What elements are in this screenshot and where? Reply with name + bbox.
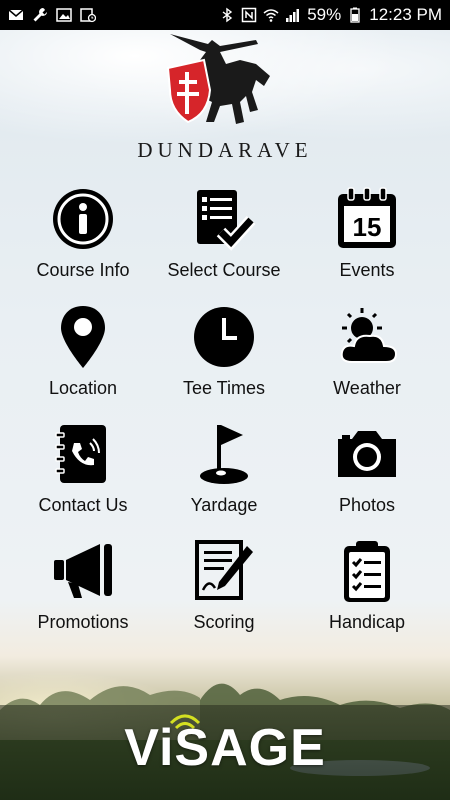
- menu-handicap[interactable]: Handicap: [292, 532, 442, 642]
- battery-percent: 59%: [307, 5, 342, 24]
- camera-icon: [334, 421, 400, 487]
- menu-label: Tee Times: [182, 378, 266, 398]
- menu-label: Handicap: [328, 612, 406, 632]
- menu-select-course[interactable]: Select Course: [149, 180, 299, 290]
- location-pin-icon: [50, 304, 116, 370]
- menu-yardage[interactable]: Yardage: [149, 415, 299, 525]
- clock-time: 12:23 PM: [369, 5, 442, 24]
- menu-weather[interactable]: Weather: [292, 298, 442, 408]
- status-bar: 59% 12:23 PM: [0, 0, 450, 30]
- menu-events[interactable]: 15 Events: [292, 180, 442, 290]
- menu-label: Weather: [333, 378, 401, 398]
- menu-label: Select Course: [167, 260, 281, 280]
- menu-contact-us[interactable]: Contact Us: [8, 415, 158, 525]
- menu-promotions[interactable]: Promotions: [8, 532, 158, 642]
- mail-icon: [8, 7, 24, 23]
- contact-book-icon: [50, 421, 116, 487]
- wifi-icon: [263, 7, 279, 23]
- menu-label: Contact Us: [38, 495, 128, 515]
- dundarave-logo: [160, 30, 290, 130]
- nfc-icon: [241, 7, 257, 23]
- image-icon: [56, 7, 72, 23]
- menu-label: Events: [339, 260, 395, 280]
- bluetooth-icon: [219, 7, 235, 23]
- menu-scoring[interactable]: Scoring: [149, 532, 299, 642]
- golf-flag-icon: [191, 421, 257, 487]
- menu-label: Photos: [338, 495, 396, 515]
- menu-course-info[interactable]: Course Info: [8, 180, 158, 290]
- megaphone-icon: [50, 538, 116, 604]
- menu-label: Course Info: [36, 260, 130, 280]
- menu-label: Promotions: [37, 612, 129, 632]
- menu-tee-times[interactable]: Tee Times: [149, 298, 299, 408]
- menu-photos[interactable]: Photos: [292, 415, 442, 525]
- clipboard-icon: [334, 538, 400, 604]
- menu-label: Location: [48, 378, 118, 398]
- battery-icon: [347, 7, 363, 23]
- info-icon: [50, 186, 116, 252]
- footer-brand: ViSAGE: [124, 719, 326, 777]
- weather-icon: [334, 304, 400, 370]
- calendar-badge: 15: [353, 212, 382, 242]
- clock-icon: [80, 7, 96, 23]
- clock-face-icon: [191, 304, 257, 370]
- wrench-icon: [32, 7, 48, 23]
- signal-icon: [285, 7, 301, 23]
- scorecard-icon: [191, 538, 257, 604]
- checklist-icon: [191, 186, 257, 252]
- menu-location[interactable]: Location: [8, 298, 158, 408]
- brand-title: DUNDARAVE: [137, 138, 313, 162]
- menu-label: Yardage: [190, 495, 258, 515]
- calendar-icon: 15: [334, 186, 400, 252]
- menu-label: Scoring: [193, 612, 255, 632]
